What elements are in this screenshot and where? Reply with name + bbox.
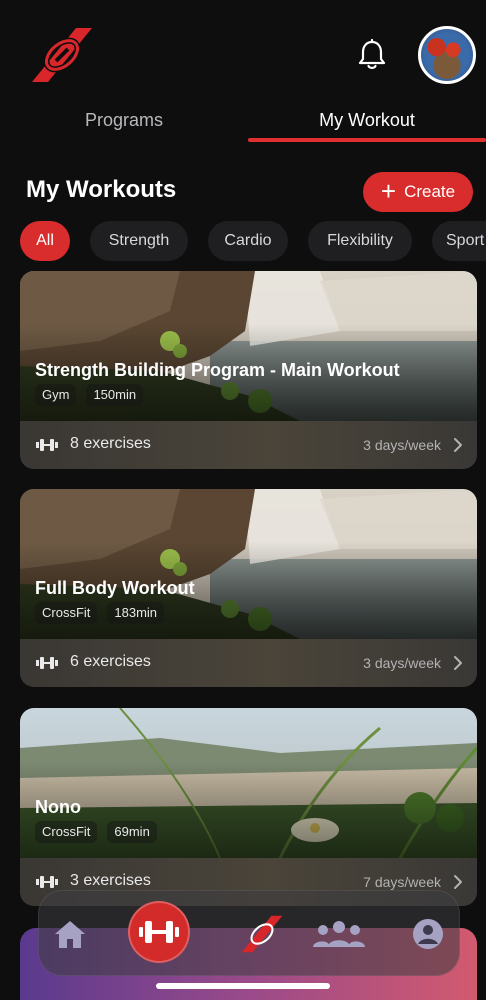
brand-logo-icon	[241, 915, 283, 953]
filter-chips: All Strength Cardio Flexibility Sport	[0, 221, 486, 261]
filter-chip-strength[interactable]: Strength	[90, 221, 188, 261]
nav-community[interactable]	[304, 891, 374, 977]
bell-icon[interactable]	[356, 38, 388, 72]
filter-chip-cardio[interactable]: Cardio	[208, 221, 288, 261]
plus-icon: +	[380, 175, 397, 206]
dumbbell-icon	[139, 921, 179, 943]
exercise-count: 8 exercises	[70, 435, 151, 452]
nav-workouts[interactable]	[128, 901, 190, 963]
workout-title: Nono	[35, 797, 81, 817]
workout-type: Gym	[35, 384, 77, 406]
dumbbell-icon	[36, 876, 58, 888]
workout-title: Full Body Workout	[35, 578, 195, 598]
chevron-right-icon[interactable]	[453, 655, 463, 671]
home-icon	[55, 921, 85, 948]
workout-duration: 150min	[86, 384, 144, 406]
dumbbell-icon	[36, 439, 58, 451]
workout-card[interactable]: Strength Building Program - Main Workout…	[20, 271, 477, 469]
app-root: Programs My Workout My Workouts + Create…	[0, 0, 486, 1000]
create-button[interactable]: + Create	[363, 172, 473, 212]
workout-frequency: 7 days/week	[363, 874, 441, 890]
bottom-nav	[38, 890, 460, 976]
profile-icon	[413, 919, 443, 949]
segment-tabs: Programs My Workout	[0, 100, 486, 144]
workout-frequency: 3 days/week	[363, 655, 441, 671]
tab-my-workout[interactable]: My Workout	[248, 100, 486, 140]
workout-meta: Gym 150min	[35, 384, 144, 406]
workout-title: Strength Building Program - Main Workout	[35, 360, 400, 380]
nav-brand[interactable]	[227, 891, 297, 977]
workout-card[interactable]: Full Body Workout CrossFit 183min 6 exer…	[20, 489, 477, 687]
workout-duration: 183min	[107, 602, 165, 624]
workout-type: CrossFit	[35, 602, 98, 624]
tab-programs[interactable]: Programs	[0, 100, 248, 140]
card-footer: 6 exercises 3 days/week	[20, 639, 477, 687]
top-bar	[0, 0, 486, 100]
page-title: My Workouts	[26, 176, 177, 203]
card-footer: 8 exercises 3 days/week	[20, 421, 477, 469]
brand-logo-icon[interactable]	[28, 26, 96, 84]
filter-chip-sport[interactable]: Sport	[432, 221, 486, 261]
filter-chip-flexibility[interactable]: Flexibility	[308, 221, 412, 261]
workout-meta: CrossFit 69min	[35, 821, 157, 843]
filter-chip-all[interactable]: All	[20, 221, 70, 261]
nav-home[interactable]	[35, 891, 105, 977]
chevron-right-icon[interactable]	[453, 874, 463, 890]
nav-profile[interactable]	[393, 891, 463, 977]
workout-type: CrossFit	[35, 821, 98, 843]
workout-meta: CrossFit 183min	[35, 602, 165, 624]
workout-frequency: 3 days/week	[363, 437, 441, 453]
group-icon	[313, 921, 365, 947]
exercise-count: 6 exercises	[70, 653, 151, 670]
create-button-label: Create	[404, 182, 456, 201]
exercise-count: 3 exercises	[70, 872, 151, 889]
chevron-right-icon[interactable]	[453, 437, 463, 453]
active-tab-indicator	[248, 138, 486, 142]
home-indicator	[156, 983, 330, 989]
workout-duration: 69min	[107, 821, 157, 843]
user-avatar[interactable]	[418, 26, 476, 84]
dumbbell-icon	[36, 657, 58, 669]
workout-card[interactable]: Nono CrossFit 69min 3 exercises 7 days/w…	[20, 708, 477, 906]
